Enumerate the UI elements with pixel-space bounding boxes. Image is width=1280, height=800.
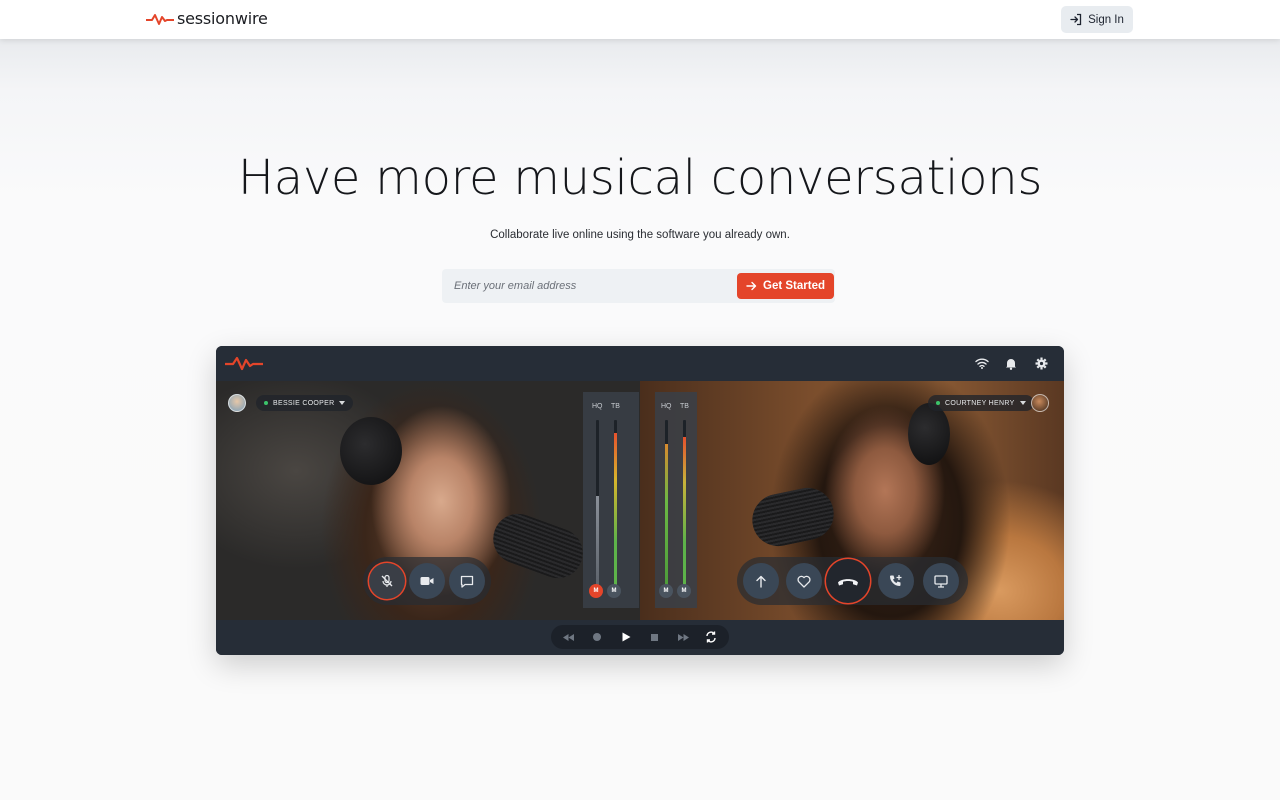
fast-forward-icon (677, 633, 689, 641)
transport-controls (551, 625, 729, 649)
app-preview: BESSIE COOPER COURTNEY HENRY HQ TB M M H… (216, 346, 1064, 655)
app-titlebar (216, 346, 1064, 381)
mute-button-tb[interactable]: M (607, 584, 621, 598)
gear-icon[interactable] (1033, 355, 1049, 371)
meter-level (614, 433, 617, 588)
headphones (908, 403, 950, 465)
record-button[interactable] (591, 631, 603, 643)
rewind-button[interactable] (562, 631, 574, 643)
screen-share-icon (934, 574, 948, 588)
play-icon (622, 632, 630, 642)
headphones (340, 417, 402, 485)
sign-in-label: Sign In (1088, 13, 1124, 26)
level-meter-hq[interactable] (596, 420, 599, 588)
upload-icon (756, 575, 766, 588)
meter-level (596, 495, 599, 588)
avatar-courtney[interactable] (1031, 394, 1049, 412)
meter-panel-left: HQ TB M M (583, 392, 639, 608)
brand-logo[interactable]: sessionwire (146, 9, 268, 28)
signup-form: Get Started (442, 269, 835, 303)
waveform-logo-icon (225, 356, 263, 371)
microphone (486, 506, 590, 586)
record-icon (593, 633, 601, 641)
chat-icon (460, 575, 474, 588)
upload-button[interactable] (743, 563, 779, 599)
chat-button[interactable] (449, 563, 485, 599)
meter-level (665, 443, 668, 588)
arrow-right-icon (746, 281, 757, 291)
loop-button[interactable] (705, 631, 717, 643)
chevron-down-icon (339, 401, 346, 405)
hang-up-icon (838, 579, 858, 586)
chevron-down-icon (1019, 401, 1026, 405)
avatar-bessie[interactable] (228, 394, 246, 412)
heart-icon (797, 575, 811, 588)
participant-selector-right[interactable]: COURTNEY HENRY (928, 395, 1034, 411)
play-button[interactable] (620, 631, 632, 643)
online-indicator (936, 401, 940, 405)
rewind-icon (562, 633, 574, 641)
mute-button-tb[interactable]: M (677, 584, 691, 598)
level-meter-hq[interactable] (665, 420, 668, 588)
add-call-icon (890, 575, 902, 586)
sign-in-icon (1070, 13, 1082, 26)
transport-bar (216, 620, 1064, 655)
wifi-icon[interactable] (974, 355, 990, 371)
level-meter-tb[interactable] (683, 420, 686, 588)
add-call-button[interactable] (878, 563, 914, 599)
mic-off-icon (381, 574, 393, 587)
participant-name-right: COURTNEY HENRY (945, 399, 1015, 407)
get-started-label: Get Started (763, 280, 825, 292)
meter-panel-right: HQ TB M M (655, 392, 697, 608)
meter-label-hq: HQ (661, 403, 672, 410)
get-started-button[interactable]: Get Started (737, 273, 834, 299)
brand-name: sessionwire (177, 9, 268, 28)
mute-button-hq[interactable]: M (659, 584, 673, 598)
hero-title: Have more musical conversations (237, 150, 1043, 206)
participant-selector-left[interactable]: BESSIE COOPER (256, 395, 354, 411)
video-toggle-button[interactable] (409, 563, 445, 599)
hang-up-button[interactable] (826, 559, 870, 603)
online-indicator (264, 401, 268, 405)
mute-button-hq[interactable]: M (589, 584, 603, 598)
call-controls (737, 557, 968, 605)
fast-forward-button[interactable] (677, 631, 689, 643)
microphone (747, 483, 839, 551)
meter-label-tb: TB (680, 403, 689, 410)
stop-icon (650, 633, 658, 641)
video-camera-icon (420, 577, 434, 585)
level-meter-tb[interactable] (614, 420, 617, 588)
meter-label-hq: HQ (592, 403, 603, 410)
local-controls (363, 557, 491, 605)
email-input[interactable] (454, 269, 734, 303)
mic-off-button[interactable] (369, 563, 405, 599)
sign-in-button[interactable]: Sign In (1061, 6, 1133, 33)
hero-subtitle: Collaborate live online using the softwa… (490, 229, 790, 241)
loop-icon (706, 631, 716, 643)
top-navigation: sessionwire Sign In (0, 0, 1280, 39)
participant-name-left: BESSIE COOPER (273, 399, 335, 407)
screen-share-button[interactable] (923, 563, 959, 599)
waveform-logo-icon (146, 13, 174, 25)
meter-level (683, 436, 686, 588)
stop-button[interactable] (648, 631, 660, 643)
favorite-button[interactable] (786, 563, 822, 599)
meter-label-tb: TB (611, 403, 620, 410)
bell-icon[interactable] (1003, 355, 1019, 371)
